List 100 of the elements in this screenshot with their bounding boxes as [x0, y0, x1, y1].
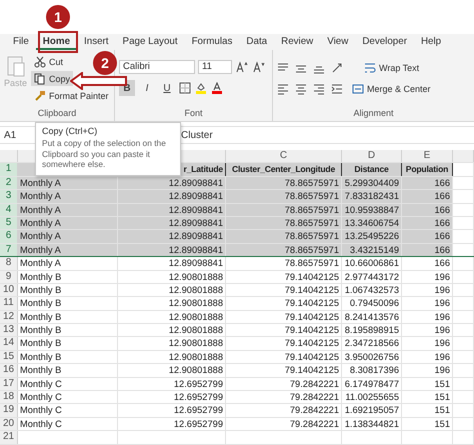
- copy-icon: [34, 72, 46, 84]
- step-marker: 1: [46, 5, 70, 29]
- table-cell: Monthly A: [18, 204, 118, 216]
- menu-tab[interactable]: Developer: [355, 34, 414, 50]
- underline-button[interactable]: U: [159, 80, 175, 96]
- table-cell: Monthly A: [18, 190, 118, 203]
- table-cell: 12.89098841: [118, 230, 226, 243]
- menu-tab[interactable]: Formulas: [184, 34, 240, 50]
- row-header[interactable]: 1: [0, 163, 18, 176]
- brush-icon: [34, 90, 46, 102]
- table-cell: 1.138344821: [342, 418, 402, 430]
- table-cell: 78.86575971: [226, 244, 342, 256]
- menu-tab[interactable]: Insert: [77, 34, 116, 50]
- row-header[interactable]: 11: [0, 297, 18, 310]
- table-cell: Monthly A: [18, 216, 118, 230]
- align-center-icon: [295, 82, 307, 94]
- table-cell: Population: [402, 163, 453, 176]
- table-cell: 10.66006861: [342, 257, 402, 270]
- table-cell: Monthly B: [18, 270, 118, 283]
- table-cell: 5.299304409: [342, 176, 402, 190]
- menu-tab[interactable]: Page Layout: [116, 34, 185, 50]
- row-header[interactable]: 7: [0, 244, 18, 256]
- menu-tab[interactable]: File: [6, 34, 36, 50]
- table-cell: 1.067432573: [342, 284, 402, 296]
- table-cell: 12.89098841: [118, 176, 226, 190]
- table-cell: 79.2842221: [226, 378, 342, 390]
- row-header[interactable]: 4: [0, 204, 18, 216]
- row-header[interactable]: 12: [0, 310, 18, 324]
- table-cell: 78.86575971: [226, 176, 342, 190]
- menu-tab[interactable]: Review: [274, 34, 320, 50]
- row-header[interactable]: 17: [0, 378, 18, 390]
- table-cell: 13.25495226: [342, 230, 402, 243]
- row-header[interactable]: 16: [0, 364, 18, 377]
- wrap-text-button[interactable]: Wrap Text: [361, 60, 422, 75]
- table-cell: Monthly A: [18, 230, 118, 243]
- table-cell: 166: [402, 216, 453, 230]
- table-cell: 6.174978477: [342, 378, 402, 390]
- menu-tab[interactable]: Data: [239, 34, 274, 50]
- table-cell: Monthly B: [18, 310, 118, 324]
- scissors-icon: [34, 56, 46, 68]
- table-cell: 1.692195057: [342, 404, 402, 417]
- table-cell: 166: [402, 176, 453, 190]
- font-color-icon: [211, 82, 223, 94]
- font-name-field[interactable]: Calibri: [119, 60, 195, 74]
- table-cell: 12.89098841: [118, 204, 226, 216]
- group-label: Alignment: [352, 108, 395, 120]
- table-cell: 166: [402, 230, 453, 243]
- table-cell: Distance: [342, 163, 402, 176]
- row-header[interactable]: 20: [0, 418, 18, 430]
- row-header[interactable]: 5: [0, 216, 18, 230]
- table-cell: 3.950026756: [342, 350, 402, 364]
- row-header[interactable]: 2: [0, 176, 18, 190]
- copy-button[interactable]: Copy: [31, 71, 74, 86]
- table-cell: 12.89098841: [118, 216, 226, 230]
- table-cell: 2.977443172: [342, 270, 402, 283]
- shrink-font-icon: [252, 61, 266, 73]
- row-header[interactable]: 21: [0, 431, 18, 444]
- wrap-icon: [364, 62, 376, 74]
- table-cell: 2.347218566: [342, 337, 402, 350]
- row-header[interactable]: 8: [0, 257, 18, 270]
- cut-button[interactable]: Cut: [31, 54, 66, 69]
- fill-color-icon: [195, 82, 207, 94]
- menu-tab[interactable]: Help: [414, 34, 448, 50]
- align-right-icon: [313, 82, 325, 94]
- table-cell: Cluster_Center_Longitude: [226, 163, 342, 176]
- align-top-icon: [277, 62, 289, 74]
- row-header[interactable]: 18: [0, 391, 18, 404]
- row-header[interactable]: 6: [0, 230, 18, 243]
- table-cell: Monthly B: [18, 297, 118, 310]
- table-cell: Monthly B: [18, 364, 118, 377]
- name-box[interactable]: A1: [0, 130, 34, 140]
- row-header[interactable]: 13: [0, 324, 18, 336]
- table-cell: 8.195898915: [342, 324, 402, 336]
- table-cell: 3.43215149: [342, 244, 402, 256]
- group-label: Font: [183, 108, 204, 120]
- table-cell: 166: [402, 244, 453, 256]
- align-left-icon: [277, 82, 289, 94]
- table-cell: Monthly C: [18, 418, 118, 430]
- table-cell: 13.34606754: [342, 216, 402, 230]
- row-header[interactable]: 19: [0, 404, 18, 417]
- menu-tab[interactable]: View: [320, 34, 356, 50]
- merge-icon: [352, 82, 364, 94]
- merge-center-button[interactable]: Merge & Center: [349, 81, 434, 96]
- table-cell: Monthly A: [18, 244, 118, 256]
- row-header[interactable]: 9: [0, 270, 18, 283]
- table-cell: Monthly C: [18, 391, 118, 404]
- indent-icon: [331, 82, 343, 94]
- table-cell: 78.86575971: [226, 190, 342, 203]
- table-cell: Monthly B: [18, 324, 118, 336]
- font-size-field[interactable]: 11: [198, 60, 232, 74]
- format-painter-button[interactable]: Format Painter: [31, 88, 112, 103]
- row-header[interactable]: 14: [0, 337, 18, 350]
- row-header[interactable]: 15: [0, 350, 18, 364]
- table-cell: 7.833182431: [342, 190, 402, 203]
- table-cell: 166: [402, 204, 453, 216]
- table-cell: Monthly B: [18, 337, 118, 350]
- italic-button[interactable]: I: [139, 80, 155, 96]
- row-header[interactable]: 10: [0, 284, 18, 296]
- row-header[interactable]: 3: [0, 190, 18, 203]
- table-cell: Monthly B: [18, 350, 118, 364]
